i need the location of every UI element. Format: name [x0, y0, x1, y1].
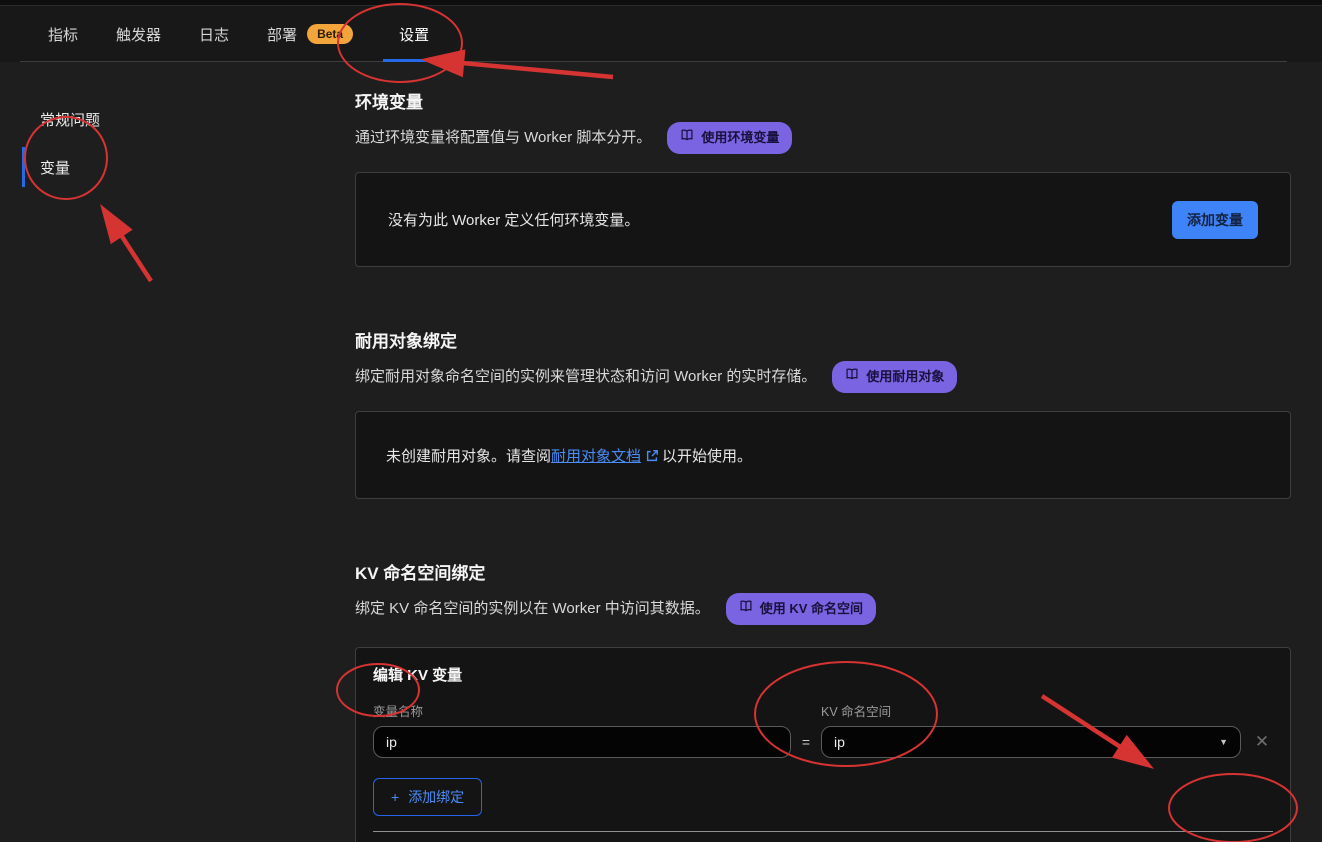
tab-triggers[interactable]: 触发器 — [108, 6, 169, 62]
durable-desc-text: 绑定耐用对象命名空间的实例来管理状态和访问 Worker 的实时存储。 — [355, 365, 816, 389]
env-doc-badge-label: 使用环境变量 — [701, 126, 779, 150]
equals-sign: = — [791, 726, 821, 758]
durable-docs-link[interactable]: 耐用对象文档 — [551, 448, 641, 465]
add-binding-button[interactable]: + 添加绑定 — [373, 778, 482, 816]
env-section-desc: 通过环境变量将配置值与 Worker 脚本分开。 使用环境变量 — [355, 122, 1291, 154]
chevron-down-icon: ▼ — [1219, 737, 1228, 747]
kv-doc-badge-label: 使用 KV 命名空间 — [760, 597, 863, 621]
env-empty-panel: 没有为此 Worker 定义任何环境变量。 添加变量 — [355, 172, 1291, 267]
durable-empty-panel: 未创建耐用对象。请查阅耐用对象文档 以开始使用。 — [355, 411, 1291, 499]
env-doc-badge[interactable]: 使用环境变量 — [667, 122, 792, 154]
tab-metrics[interactable]: 指标 — [40, 6, 86, 62]
kv-edit-panel: 编辑 KV 变量 变量名称 = KV 命名空间 ip ▼ ✕ — [355, 647, 1291, 842]
tab-deployments-label: 部署 — [267, 24, 297, 45]
env-empty-text: 没有为此 Worker 定义任何环境变量。 — [388, 209, 639, 230]
sidebar-item-general[interactable]: 常规问题 — [22, 104, 355, 134]
durable-doc-badge[interactable]: 使用耐用对象 — [832, 361, 957, 393]
kv-namespace-selected-value: ip — [834, 734, 845, 750]
tab-logs-label: 日志 — [199, 24, 229, 45]
variable-name-field-group: 变量名称 — [373, 704, 791, 758]
settings-sidebar: 常规问题 变量 — [0, 62, 355, 842]
content-area: 常规问题 变量 环境变量 通过环境变量将配置值与 Worker 脚本分开。 使用… — [0, 62, 1322, 842]
kv-section-title: KV 命名空间绑定 — [355, 563, 1291, 585]
tab-metrics-label: 指标 — [48, 24, 78, 45]
add-binding-label: 添加绑定 — [408, 787, 464, 807]
sidebar-item-general-label: 常规问题 — [40, 109, 100, 130]
form-divider — [373, 831, 1273, 832]
tab-triggers-label: 触发器 — [116, 24, 161, 45]
tab-settings[interactable]: 设置 — [383, 6, 445, 62]
kv-binding-row: 变量名称 = KV 命名空间 ip ▼ ✕ — [373, 704, 1273, 758]
sidebar-item-variables-label: 变量 — [40, 157, 70, 178]
add-variable-button[interactable]: 添加变量 — [1172, 201, 1258, 239]
close-icon: ✕ — [1255, 732, 1269, 752]
kv-desc-text: 绑定 KV 命名空间的实例以在 Worker 中访问其数据。 — [355, 597, 710, 621]
durable-section-desc: 绑定耐用对象命名空间的实例来管理状态和访问 Worker 的实时存储。 使用耐用… — [355, 361, 1291, 393]
kv-namespace-select[interactable]: ip ▼ — [821, 726, 1241, 758]
variable-name-label: 变量名称 — [373, 704, 791, 720]
kv-doc-badge[interactable]: 使用 KV 命名空间 — [726, 593, 876, 625]
variable-name-input[interactable] — [373, 726, 791, 758]
book-icon — [739, 597, 753, 621]
kv-namespace-field-group: KV 命名空间 ip ▼ — [821, 704, 1241, 758]
durable-doc-badge-label: 使用耐用对象 — [866, 365, 944, 389]
tab-deployments[interactable]: 部署 Beta — [259, 6, 361, 62]
kv-form-title: 编辑 KV 变量 — [373, 666, 1273, 686]
durable-section-title: 耐用对象绑定 — [355, 331, 1291, 353]
settings-main: 环境变量 通过环境变量将配置值与 Worker 脚本分开。 使用环境变量 没有为… — [355, 62, 1291, 842]
book-icon — [680, 126, 694, 150]
kv-namespace-label: KV 命名空间 — [821, 704, 1241, 720]
env-desc-text: 通过环境变量将配置值与 Worker 脚本分开。 — [355, 126, 651, 150]
workers-settings-page: 指标 触发器 日志 部署 Beta 设置 常规问题 变量 环境变量 — [0, 0, 1322, 842]
env-section-title: 环境变量 — [355, 92, 1291, 114]
beta-badge: Beta — [307, 24, 353, 44]
durable-empty-suffix: 以开始使用。 — [662, 448, 752, 465]
kv-section-desc: 绑定 KV 命名空间的实例以在 Worker 中访问其数据。 使用 KV 命名空… — [355, 593, 1291, 625]
sidebar-item-variables[interactable]: 变量 — [22, 147, 355, 187]
tab-bar: 指标 触发器 日志 部署 Beta 设置 — [0, 6, 1322, 62]
book-icon — [845, 365, 859, 389]
remove-binding-button[interactable]: ✕ — [1251, 726, 1273, 758]
tab-logs[interactable]: 日志 — [191, 6, 237, 62]
durable-empty-text: 未创建耐用对象。请查阅耐用对象文档 以开始使用。 — [386, 445, 752, 466]
plus-icon: + — [391, 789, 399, 805]
durable-empty-prefix: 未创建耐用对象。请查阅 — [386, 448, 551, 465]
external-link-icon — [645, 449, 659, 463]
tab-settings-label: 设置 — [399, 24, 429, 45]
